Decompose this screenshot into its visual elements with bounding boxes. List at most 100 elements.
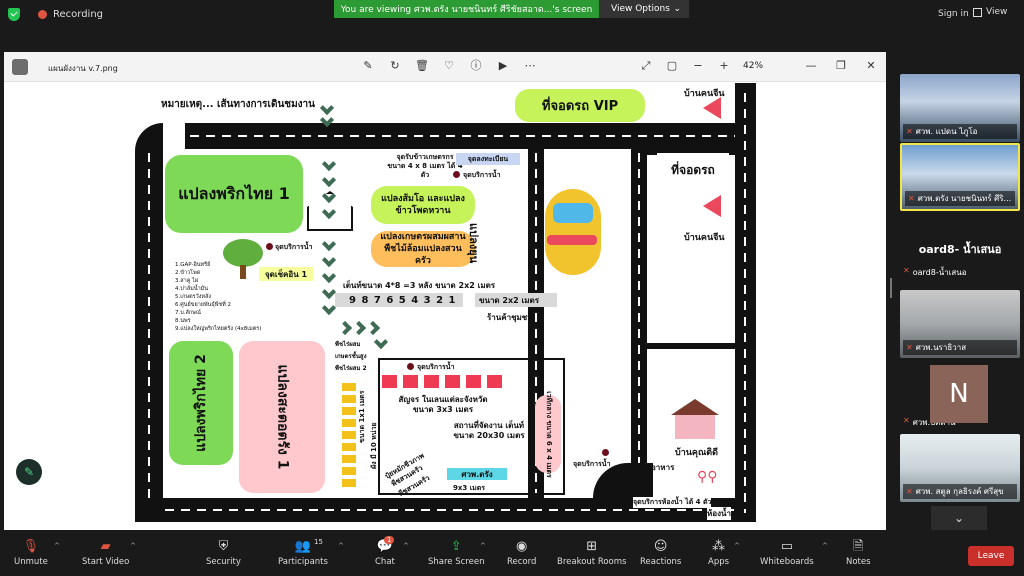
- car-icon: [545, 189, 601, 275]
- delete-icon[interactable]: 🗑: [415, 59, 429, 73]
- reactions-label: Reactions: [640, 557, 682, 567]
- record-button[interactable]: ◉ Record: [507, 540, 536, 568]
- chevron-up-icon[interactable]: ^: [54, 542, 60, 550]
- participant-tile-active-speaker[interactable]: ✕ ศวพ.ตรัง นายชนินทร์ ศีริ...: [900, 143, 1020, 211]
- fullscreen-icon[interactable]: ⤢: [639, 59, 653, 73]
- reactions-button[interactable]: ☺ Reactions: [640, 540, 682, 568]
- vip-parking: ที่จอดรถ VIP: [515, 89, 645, 122]
- row-marker: [342, 479, 356, 487]
- participant-tile[interactable]: ✕ ศวพ.นราธิวาส: [900, 290, 1020, 358]
- maximize-icon[interactable]: ❐: [834, 59, 848, 73]
- favorite-icon[interactable]: ♡: [442, 59, 456, 73]
- participant-avatar: N: [930, 365, 988, 423]
- slideshow-icon[interactable]: ▶: [496, 59, 510, 73]
- share-screen-button[interactable]: ⇪ Share Screen ^: [428, 540, 486, 568]
- plot-pepper-1: แปลงพริกไทย 1: [165, 155, 303, 233]
- notes-button[interactable]: 🗎 Notes: [846, 540, 871, 568]
- path-chevron-icon: [321, 172, 337, 188]
- main-stage-label: เวทีกลาง ขนาด 6 x 4 เมตร: [544, 390, 553, 478]
- view-label: View: [986, 7, 1008, 17]
- nutrients-label: แปลงยุน: [467, 223, 480, 264]
- legend-list: 1.GAP-อินทรีย์ 2.ข้าวโพด 3.สาคู ไผ่ 4.ปา…: [175, 261, 261, 333]
- panel-resize-handle[interactable]: [890, 278, 892, 298]
- car-stripe: [547, 235, 597, 245]
- start-video-button[interactable]: ▰ Start Video ^: [82, 540, 136, 568]
- path-chevron-icon: [321, 156, 337, 172]
- edit-icon[interactable]: ✎: [361, 59, 375, 73]
- office-booth: ศวพ.ตรัง: [447, 468, 507, 480]
- security-button[interactable]: ⛨ Security: [206, 539, 241, 568]
- whiteboards-button[interactable]: ▭ Whiteboards ^: [760, 540, 828, 568]
- rotate-icon[interactable]: ↻: [388, 59, 402, 73]
- path-chevron-icon: [337, 320, 353, 336]
- chevron-up-icon[interactable]: ^: [338, 542, 344, 550]
- breakout-rooms-button[interactable]: ⊞ Breakout Rooms: [557, 539, 626, 568]
- participant-tile[interactable]: ✕ ศวพ. สตูล กุลธิรงค์ ศรีสุข: [900, 434, 1020, 502]
- event-venue: สถานที่จัดงาน เต็นท์ขนาด 20x30 เมตร: [453, 421, 525, 440]
- gallery-scroll-down-button[interactable]: ⌄: [931, 506, 987, 530]
- mic-muted-icon: ✕: [903, 266, 910, 275]
- toilet-area: จุดบริการห้องน้ำ ได้ 4 ตัว: [633, 497, 712, 508]
- plot-fruit: แปลงส้มโอ และแปลงข้าวโพดหวาน: [371, 186, 475, 224]
- path-chevron-icon: [321, 284, 337, 300]
- recording-indicator[interactable]: Recording: [8, 8, 103, 21]
- breakout-rooms-icon: ⊞: [586, 539, 598, 554]
- top-bar: Recording You are viewing ศวพ.ตรัง นายชน…: [0, 0, 1024, 30]
- unmute-button[interactable]: 🎙 Unmute ^: [14, 540, 60, 568]
- zoom-out-icon[interactable]: −: [691, 59, 705, 73]
- chevron-up-icon[interactable]: ^: [403, 542, 409, 550]
- participants-button[interactable]: 👥 15 Participants ^: [278, 538, 344, 567]
- participant-tile[interactable]: oard8- น้ำเสนอ ✕ oard8-น้ำเสนอ: [900, 214, 1020, 282]
- image-thumbnail-icon[interactable]: [12, 59, 28, 75]
- mic-muted-icon: ✕: [906, 487, 913, 496]
- legend-title: หมายเหตุ... เส้นทางการเดินชมงาน: [161, 99, 315, 110]
- plot-pepper-2: แปลงพริกไทย 2: [169, 341, 233, 465]
- plot-sato-label: แปลงสะตอตรัง 1: [274, 364, 291, 470]
- chevron-up-icon[interactable]: ^: [130, 542, 136, 550]
- legend-item: 6.ศูนย์ขยายพันธุ์พืชที่ 2: [175, 302, 231, 308]
- event-layout-map: หมายเหตุ... เส้นทางการเดินชมงาน ที่จอดรถ…: [135, 83, 756, 522]
- path-chevron-icon: [321, 252, 337, 268]
- participant-count: 15: [314, 538, 323, 546]
- path-chevron-icon: [321, 268, 337, 284]
- road-dash: [165, 509, 755, 511]
- close-icon[interactable]: ✕: [864, 59, 878, 73]
- chevron-up-icon[interactable]: ^: [822, 542, 828, 550]
- booth-square: [424, 375, 439, 388]
- road-dash: [638, 153, 640, 493]
- apps-button[interactable]: ⁂ Apps ^: [708, 540, 740, 568]
- shield-icon: ⛨: [218, 539, 229, 554]
- info-icon[interactable]: ⓘ: [469, 59, 483, 73]
- view-button[interactable]: View: [973, 7, 1007, 17]
- view-options-button[interactable]: View Options ⌄: [599, 0, 689, 18]
- chat-label: Chat: [375, 557, 395, 567]
- window-controls: — ❐ ✕: [804, 59, 878, 73]
- leave-button[interactable]: Leave: [968, 546, 1014, 566]
- recording-dot-icon: [38, 10, 47, 19]
- row-size-label: ขนาด 1x1 เมตร: [358, 390, 366, 444]
- more-icon[interactable]: ⋯: [523, 59, 537, 73]
- sign-in-link[interactable]: Sign in: [938, 9, 969, 19]
- participant-name: ✕ ศวพ. แปดน ไภูโอ: [903, 124, 1017, 139]
- minimize-icon[interactable]: —: [804, 59, 818, 73]
- road-dash: [148, 153, 150, 513]
- exit-label-mid: บ้านคนจีน: [684, 233, 725, 243]
- participant-name: ✕ oard8-น้ำเสนอ: [903, 266, 967, 279]
- legend-item: 8.นพร: [175, 318, 191, 324]
- house-icon: [675, 413, 715, 439]
- chevron-up-icon[interactable]: ^: [480, 542, 486, 550]
- participant-name-text: ศวพ. สตูล กุลธิรงค์ ศรีสุข: [915, 487, 1004, 496]
- fit-window-icon[interactable]: ▢: [665, 59, 679, 73]
- side-label-3: พืชไร่ผสม 2: [335, 365, 367, 372]
- path-chevron-icon: [351, 320, 367, 336]
- annotate-pen-icon[interactable]: ✎: [16, 459, 42, 485]
- chevron-up-icon[interactable]: ^: [734, 542, 740, 550]
- arrow-left-icon: [703, 195, 721, 217]
- zoom-in-icon[interactable]: +: [717, 59, 731, 73]
- participant-tile[interactable]: ✕ ศวพ. แปดน ไภูโอ: [900, 74, 1020, 142]
- chevron-down-icon: ⌄: [673, 4, 681, 14]
- mic-muted-icon: ✕: [906, 127, 913, 136]
- chat-button[interactable]: 💬 1 Chat ^: [375, 536, 409, 567]
- security-shield-icon[interactable]: [8, 8, 20, 21]
- road-connector: [647, 343, 735, 349]
